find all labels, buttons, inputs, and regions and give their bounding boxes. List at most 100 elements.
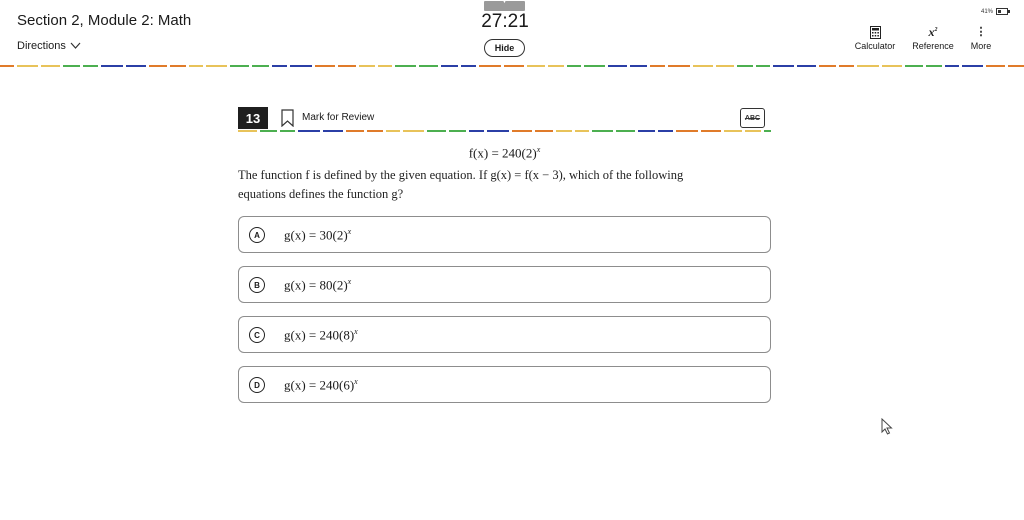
divider-dash-segment <box>608 65 627 67</box>
chevron-down-icon <box>70 42 81 49</box>
question-divider <box>238 130 771 132</box>
divider-dash-segment <box>386 130 400 132</box>
divider-dash-segment <box>905 65 923 67</box>
calculator-button[interactable]: Calculator <box>850 24 900 51</box>
divider-dash-segment <box>756 65 770 67</box>
mark-for-review-button[interactable] <box>281 109 294 132</box>
divider-dash-segment <box>512 130 532 132</box>
reference-button[interactable]: x2 Reference <box>907 24 959 52</box>
question-number: 13 <box>238 107 268 129</box>
prompt-line-2: equations defines the function g? <box>238 187 404 201</box>
divider-dash-segment <box>567 65 581 67</box>
divider-dash-segment <box>745 130 761 132</box>
more-vertical-icon: ⋮ <box>975 26 987 38</box>
divider-dash-segment <box>346 130 364 132</box>
divider-dash-segment <box>449 130 466 132</box>
divider-dash-segment <box>298 130 320 132</box>
question-prompt: The function f is defined by the given e… <box>238 166 778 204</box>
divider-dash-segment <box>238 130 257 132</box>
divider-dash-segment <box>630 65 647 67</box>
divider-dash-segment <box>527 65 545 67</box>
header-divider <box>0 65 1024 67</box>
divider-dash-segment <box>403 130 424 132</box>
divider-dash-segment <box>230 65 249 67</box>
divider-dash-segment <box>676 130 698 132</box>
answer-eliminator-button[interactable]: ABC <box>740 108 765 128</box>
divider-dash-segment <box>764 130 771 132</box>
divider-dash-segment <box>359 65 375 67</box>
given-equation: f(x) = 240(2)x <box>238 145 771 161</box>
divider-dash-segment <box>773 65 794 67</box>
answer-choice-c[interactable]: C g(x) = 240(8)x <box>238 316 771 353</box>
divider-dash-segment <box>252 65 269 67</box>
choice-c-text: g(x) = 240(8)x <box>284 327 358 343</box>
divider-dash-segment <box>962 65 983 67</box>
hide-timer-button[interactable]: Hide <box>484 39 525 57</box>
choice-c-expression: g(x) = 240(8) <box>284 327 355 343</box>
directions-toggle[interactable]: Directions <box>17 40 81 52</box>
more-button[interactable]: ⋮ More <box>965 24 997 52</box>
divider-dash-segment <box>315 65 335 67</box>
divider-dash-segment <box>797 65 816 67</box>
choice-d-text: g(x) = 240(6)x <box>284 377 358 393</box>
answer-choice-d[interactable]: D g(x) = 240(6)x <box>238 366 771 403</box>
divider-dash-segment <box>668 65 690 67</box>
given-equation-text: f(x) = 240(2) <box>468 145 537 161</box>
divider-dash-segment <box>378 65 392 67</box>
choice-letter-c: C <box>249 327 265 343</box>
choice-letter-d: D <box>249 377 265 393</box>
divider-dash-segment <box>857 65 879 67</box>
divider-dash-segment <box>441 65 458 67</box>
reference-icon: x2 <box>928 24 938 39</box>
divider-dash-segment <box>338 65 356 67</box>
divider-dash-segment <box>839 65 854 67</box>
divider-dash-segment <box>737 65 753 67</box>
divider-dash-segment <box>170 65 186 67</box>
divider-dash-segment <box>395 65 416 67</box>
divider-dash-segment <box>556 130 572 132</box>
divider-dash-segment <box>290 65 312 67</box>
choice-d-exponent: x <box>354 377 358 386</box>
divider-dash-segment <box>419 65 438 67</box>
divider-dash-segment <box>126 65 146 67</box>
divider-dash-segment <box>189 65 203 67</box>
divider-dash-segment <box>63 65 80 67</box>
choice-a-exponent: x <box>347 227 352 236</box>
answer-choice-b[interactable]: B g(x) = 80(2)x <box>238 266 771 303</box>
divider-dash-segment <box>592 130 613 132</box>
divider-dash-segment <box>367 130 383 132</box>
caret-down-icon: ▼ <box>501 0 508 5</box>
battery-status: 41% <box>981 8 1011 15</box>
answer-choice-a[interactable]: A g(x) = 30(2)x <box>238 216 771 253</box>
timer-handle[interactable]: ▼ <box>484 0 525 11</box>
divider-dash-segment <box>0 65 14 67</box>
divider-dash-segment <box>41 65 60 67</box>
divider-dash-segment <box>986 65 1005 67</box>
choice-c-exponent: x <box>354 327 358 336</box>
abc-strikethrough-icon: ABC <box>744 114 761 122</box>
divider-dash-segment <box>149 65 167 67</box>
choice-b-exponent: x <box>347 277 352 286</box>
more-label: More <box>970 41 992 51</box>
divider-dash-segment <box>650 65 665 67</box>
divider-dash-segment <box>945 65 959 67</box>
mark-for-review-label[interactable]: Mark for Review <box>302 112 374 123</box>
divider-dash-segment <box>616 130 635 132</box>
given-equation-exponent: x <box>536 145 541 154</box>
divider-dash-segment <box>469 130 484 132</box>
divider-dash-segment <box>584 65 605 67</box>
prompt-line-1: The function f is defined by the given e… <box>238 168 684 182</box>
choice-b-text: g(x) = 80(2)x <box>284 277 351 293</box>
directions-label: Directions <box>17 40 66 52</box>
divider-dash-segment <box>17 65 38 67</box>
section-title: Section 2, Module 2: Math <box>17 12 192 29</box>
choice-a-text: g(x) = 30(2)x <box>284 227 351 243</box>
divider-dash-segment <box>1008 65 1024 67</box>
divider-dash-segment <box>724 130 742 132</box>
divider-dash-segment <box>272 65 287 67</box>
reference-label: Reference <box>912 41 954 51</box>
divider-dash-segment <box>461 65 476 67</box>
battery-percent: 41% <box>981 8 994 15</box>
choice-letter-b: B <box>249 277 265 293</box>
divider-dash-segment <box>716 65 734 67</box>
